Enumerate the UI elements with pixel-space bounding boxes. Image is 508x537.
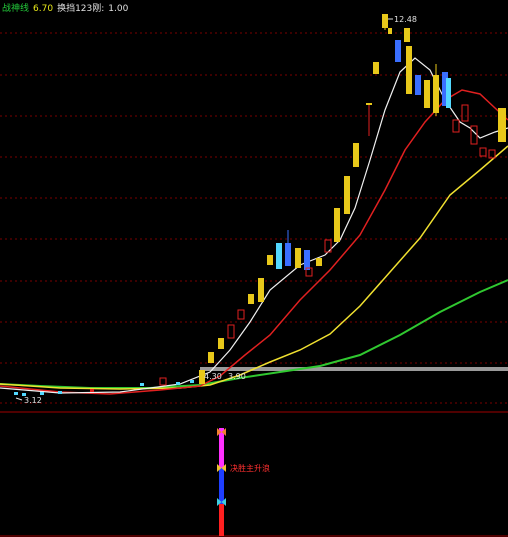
low-price-tick [15, 397, 23, 401]
low-price-label: 3.12 [24, 396, 42, 405]
ma-white-line [0, 57, 508, 394]
indicator-header: 战神线 6.70 换挡123刚: 1.00 [2, 3, 132, 15]
flat-label-1: 4.30 [204, 372, 222, 381]
indicator-value: 6.70 [33, 4, 54, 14]
high-price-label: 12.48 [394, 15, 417, 24]
indicator-name: 战神线 [2, 4, 30, 14]
support-band [200, 367, 508, 371]
signal-text: 决胜主升浪 [230, 463, 270, 473]
param-value: 1.00 [108, 4, 129, 14]
signal-bar [219, 428, 224, 536]
flat-label-2: 3.90 [228, 372, 246, 381]
ma-yellow-line [0, 145, 508, 390]
ma-red-line [0, 89, 508, 395]
stock-chart-canvas[interactable]: 12.48 3.12 4.30 3.90 决胜主升浪 [0, 0, 508, 537]
param-label: 换挡123刚: [57, 4, 105, 14]
